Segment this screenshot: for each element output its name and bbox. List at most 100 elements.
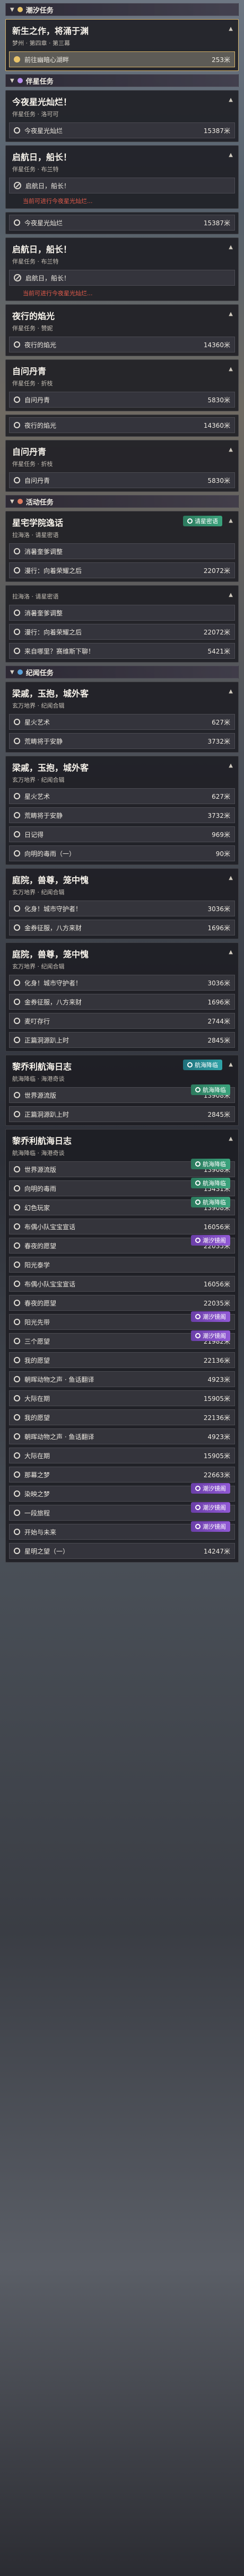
quest-header[interactable]: 庭院，兽尊，笼中愧 玄万地界 · 纪闻合辑 ▲ bbox=[6, 869, 238, 898]
quest-objective[interactable]: 化身！城市守护者！ 3036米 bbox=[9, 901, 235, 916]
quest-objective[interactable]: 大际在期 15905米 bbox=[9, 1448, 235, 1463]
quest-objective[interactable]: 金券征服，八方来财 1696米 bbox=[9, 994, 235, 1010]
quest-header[interactable]: 启航日，船长！ 伴星任务 · 布兰特 ▲ bbox=[6, 146, 238, 175]
quest-objective[interactable]: 夜行的焰光 14360米 bbox=[9, 337, 235, 352]
quest-header[interactable]: 自问丹青 伴星任务 · 折枝 ▲ bbox=[6, 360, 238, 390]
quest-card[interactable]: 启航日，船长！ 伴星任务 · 布兰特 ▲ 启航日，船长！ 当前可进行今夜星光灿烂... bbox=[5, 237, 239, 301]
quest-objective[interactable]: 向明的毒雨（一） 90米 bbox=[9, 845, 235, 861]
quest-header[interactable]: 黎乔利航海日志 航海降临 · 海港奇谈 ▲ 航海降临 bbox=[6, 1055, 238, 1085]
quest-card[interactable]: 夜行的焰光 14360米 bbox=[5, 414, 239, 437]
quest-objective[interactable]: 一段旅程 潮汐镜阁 bbox=[9, 1502, 235, 1521]
quest-card[interactable]: 今夜星光灿烂 15387米 bbox=[5, 212, 239, 234]
quest-objective[interactable]: 漫行：向着荣耀之后 22072米 bbox=[9, 624, 235, 640]
quest-objective[interactable]: 消暑奎爹调整 bbox=[9, 605, 235, 621]
quest-objective[interactable]: 正篇洞源趴上时 2845米 bbox=[9, 1106, 235, 1122]
quest-card[interactable]: 启航日，船长！ 伴星任务 · 布兰特 ▲ 启航日，船长！ 当前可进行今夜星光灿烂... bbox=[5, 145, 239, 209]
quest-objective[interactable]: 向明的毒雨 15431米 航海降临 bbox=[9, 1178, 235, 1196]
quest-objective[interactable]: 来自哪里？赛维斯下聊！ 5421米 bbox=[9, 643, 235, 659]
quest-card[interactable]: 夜行的焰光 伴星任务 · 赞妮 ▲ 夜行的焰光 14360米 bbox=[5, 304, 239, 356]
quest-objective[interactable]: 阳光先带 潮汐镜阁 bbox=[9, 1311, 235, 1330]
quest-header[interactable]: 梁戚，玉抱，城外客 玄万地界 · 纪闻合辑 ▲ bbox=[6, 682, 238, 712]
section-header[interactable]: ▼ 潮汐任务 bbox=[5, 3, 239, 16]
quest-objective[interactable]: 世界源流版 13908米 航海降临 bbox=[9, 1084, 235, 1103]
collapse-arrow-icon[interactable]: ▲ bbox=[229, 366, 233, 372]
quest-header[interactable]: 拉海洛 · 请星密语 ▲ bbox=[6, 586, 238, 603]
quest-objective[interactable]: 夜行的焰光 14360米 bbox=[9, 417, 235, 433]
quest-objective[interactable]: 麦叮存行 2744米 bbox=[9, 1013, 235, 1029]
quest-objective[interactable]: 化身！城市守护者！ 3036米 bbox=[9, 975, 235, 991]
quest-card[interactable]: 庭院，兽尊，笼中愧 玄万地界 · 纪闻合辑 ▲ 化身！城市守护者！ 3036米 金券征服，… bbox=[5, 868, 239, 939]
collapse-arrow-icon[interactable]: ▲ bbox=[229, 689, 233, 694]
quest-objective[interactable]: 星明之望（一） 14247米 bbox=[9, 1543, 235, 1559]
quest-objective[interactable]: 荒畴将于安静 3732米 bbox=[9, 733, 235, 749]
section-header[interactable]: ▼ 活动任务 bbox=[5, 495, 239, 508]
quest-objective[interactable]: 幻色玩家 13908米 航海降临 bbox=[9, 1197, 235, 1215]
collapse-arrow-icon[interactable]: ▲ bbox=[229, 311, 233, 317]
quest-header[interactable]: 新生之作，将涌于渊 梦州 · 第四章 · 第三幕 ▲ bbox=[6, 20, 238, 49]
quest-header[interactable]: 黎乔利航海日志 航海降临 · 海港奇谈 ▲ bbox=[6, 1130, 238, 1159]
quest-objective[interactable]: 朝晖动物之声 · 鱼话翻译 4923米 bbox=[9, 1371, 235, 1387]
collapse-arrow-icon[interactable]: ▲ bbox=[229, 763, 233, 769]
quest-objective[interactable]: 自问丹青 5830米 bbox=[9, 392, 235, 408]
section-header[interactable]: ▼ 纪闻任务 bbox=[5, 666, 239, 678]
quest-objective[interactable]: 漫行：向着荣耀之后 22072米 bbox=[9, 562, 235, 578]
quest-objective[interactable]: 正篇洞源趴上时 2845米 bbox=[9, 1032, 235, 1048]
quest-objective[interactable]: 今夜星光灿烂 15387米 bbox=[9, 122, 235, 138]
quest-objective[interactable]: 我的愿望 22136米 bbox=[9, 1409, 235, 1425]
quest-objective[interactable]: 布偶小队宝宝宣话 16056米 bbox=[9, 1276, 235, 1292]
quest-objective[interactable]: 荒畴将于安静 3732米 bbox=[9, 807, 235, 823]
collapse-arrow-icon[interactable]: ▲ bbox=[229, 949, 233, 955]
quest-objective[interactable]: 前往幽暗心湖畔 253米 bbox=[9, 51, 235, 67]
quest-objective[interactable]: 日记得 969米 bbox=[9, 826, 235, 842]
quest-card[interactable]: 梁戚，玉抱，城外客 玄万地界 · 纪闻合辑 ▲ 星火艺术 627米 荒畴将于安静 3732米… bbox=[5, 756, 239, 865]
quest-objective[interactable]: 那幕之梦 22663米 bbox=[9, 1467, 235, 1483]
collapse-arrow-icon[interactable]: ▲ bbox=[229, 97, 233, 103]
quest-objective[interactable]: 启航日，船长！ bbox=[9, 178, 235, 193]
quest-header[interactable]: 梁戚，玉抱，城外客 玄万地界 · 纪闻合辑 ▲ bbox=[6, 756, 238, 786]
quest-header[interactable]: 夜行的焰光 伴星任务 · 赞妮 ▲ bbox=[6, 305, 238, 334]
quest-card[interactable]: 梁戚，玉抱，城外客 玄万地界 · 纪闻合辑 ▲ 星火艺术 627米 荒畴将于安静 3732米 bbox=[5, 682, 239, 753]
quest-objective[interactable]: 染映之梦 潮汐镜阁 bbox=[9, 1483, 235, 1502]
quest-header[interactable]: 今夜星光灿烂！ 伴星任务 · 洛可可 ▲ bbox=[6, 91, 238, 120]
quest-objective[interactable]: 布偶小队宝宝宣话 16056米 bbox=[9, 1219, 235, 1234]
collapse-arrow-icon[interactable]: ▲ bbox=[229, 1136, 233, 1142]
quest-objective[interactable]: 大际在期 15905米 bbox=[9, 1390, 235, 1406]
quest-objective[interactable]: 三个愿望 21982米 潮汐镜阁 bbox=[9, 1330, 235, 1349]
quest-objective[interactable]: 消暑奎爹调整 bbox=[9, 543, 235, 559]
quest-objective[interactable]: 金券征服，八方来财 1696米 bbox=[9, 920, 235, 936]
collapse-arrow-icon[interactable]: ▲ bbox=[229, 152, 233, 158]
quest-card[interactable]: 今夜星光灿烂！ 伴星任务 · 洛可可 ▲ 今夜星光灿烂 15387米 bbox=[5, 90, 239, 142]
quest-header[interactable]: 启航日，船长！ 伴星任务 · 布兰特 ▲ bbox=[6, 238, 238, 268]
quest-card[interactable]: 自问丹青 伴星任务 · 折枝 ▲ 自问丹青 5830米 bbox=[5, 359, 239, 411]
quest-objective[interactable]: 启航日，船长！ bbox=[9, 270, 235, 286]
collapse-arrow-icon[interactable]: ▲ bbox=[229, 1062, 233, 1068]
collapse-arrow-icon[interactable]: ▲ bbox=[229, 447, 233, 453]
quest-card[interactable]: 自问丹青 伴星任务 · 折枝 ▲ 自问丹青 5830米 bbox=[5, 440, 239, 492]
quest-objective[interactable]: 世界源流版 13908米 航海降临 bbox=[9, 1159, 235, 1177]
quest-objective[interactable]: 阳光泰学 bbox=[9, 1257, 235, 1273]
quest-objective[interactable]: 我的愿望 22136米 bbox=[9, 1352, 235, 1368]
collapse-arrow-icon[interactable]: ▲ bbox=[229, 26, 233, 32]
quest-card[interactable]: 黎乔利航海日志 航海降临 · 海港奇谈 ▲ 航海降临 世界源流版 13908米 航海降临 正篇… bbox=[5, 1055, 239, 1126]
quest-header[interactable]: 庭院，兽尊，笼中愧 玄万地界 · 纪闻合辑 ▲ bbox=[6, 943, 238, 973]
collapse-arrow-icon[interactable]: ▲ bbox=[229, 875, 233, 881]
quest-card[interactable]: 拉海洛 · 请星密语 ▲ 消暑奎爹调整 漫行：向着荣耀之后 22072米 来自哪里？赛维斯… bbox=[5, 585, 239, 663]
quest-header[interactable]: 星宅学院逸话 拉海洛 · 请星密语 ▲ 请星密语 bbox=[6, 511, 238, 541]
quest-card[interactable]: 星宅学院逸话 拉海洛 · 请星密语 ▲ 请星密语消暑奎爹调整 漫行：向着荣耀之后 2207… bbox=[5, 511, 239, 582]
collapse-arrow-icon[interactable]: ▲ bbox=[229, 518, 233, 524]
quest-objective[interactable]: 朝晖动物之声 · 鱼话翻译 4923米 bbox=[9, 1428, 235, 1444]
section-header[interactable]: ▼ 伴星任务 bbox=[5, 74, 239, 87]
quest-objective[interactable]: 星火艺术 627米 bbox=[9, 714, 235, 730]
quest-objective[interactable]: 开始与未来 潮汐镜阁 bbox=[9, 1521, 235, 1540]
quest-objective[interactable]: 星火艺术 627米 bbox=[9, 788, 235, 804]
quest-objective[interactable]: 春夜的愿望 22035米 bbox=[9, 1295, 235, 1311]
collapse-arrow-icon[interactable]: ▲ bbox=[229, 244, 233, 250]
collapse-arrow-icon[interactable]: ▲ bbox=[229, 592, 233, 598]
quest-card[interactable]: 庭院，兽尊，笼中愧 玄万地界 · 纪闻合辑 ▲ 化身！城市守护者！ 3036米 金券征服，… bbox=[5, 942, 239, 1052]
quest-card[interactable]: 新生之作，将涌于渊 梦州 · 第四章 · 第三幕 ▲ 前往幽暗心湖畔 253米 bbox=[5, 19, 239, 71]
quest-header[interactable]: 自问丹青 伴星任务 · 折枝 ▲ bbox=[6, 440, 238, 470]
quest-objective[interactable]: 今夜星光灿烂 15387米 bbox=[9, 215, 235, 231]
quest-card[interactable]: 黎乔利航海日志 航海降临 · 海港奇谈 ▲ 世界源流版 13908米 航海降临 向明的毒雨 1… bbox=[5, 1129, 239, 1563]
quest-objective[interactable]: 春夜的愿望 22035米 潮汐镜阁 bbox=[9, 1235, 235, 1254]
quest-objective[interactable]: 自问丹青 5830米 bbox=[9, 472, 235, 488]
